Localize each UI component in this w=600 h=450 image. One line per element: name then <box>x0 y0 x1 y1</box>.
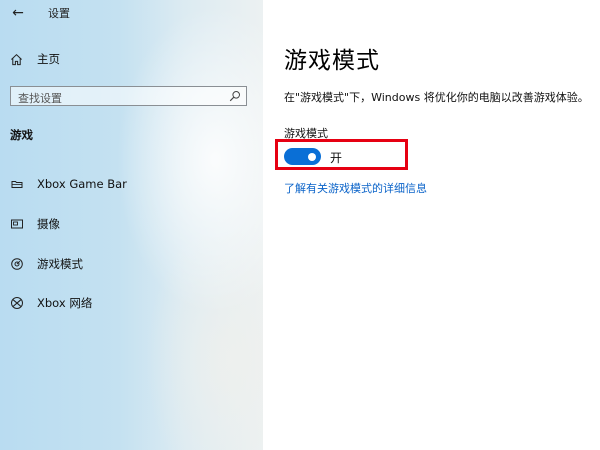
page-description: 在"游戏模式"下，Windows 将优化你的电脑以改善游戏体验。 <box>284 91 589 104</box>
xbox-icon <box>11 297 23 309</box>
sidebar-item-label: Xbox 网络 <box>37 296 93 310</box>
home-icon <box>11 53 22 65</box>
sidebar: ← 设置 主页 游戏 Xbox Game Bar 摄像 <box>0 0 263 450</box>
toggle-state-label: 开 <box>330 151 343 165</box>
section-title: 游戏 <box>10 128 33 142</box>
sidebar-item-home[interactable]: 主页 <box>10 50 60 68</box>
search-box[interactable] <box>10 86 247 108</box>
capture-icon <box>11 219 23 229</box>
sidebar-item-capture[interactable]: 摄像 <box>10 214 60 234</box>
window-title: 设置 <box>48 7 70 20</box>
learn-more-link[interactable]: 了解有关游戏模式的详细信息 <box>284 180 427 196</box>
toggle-knob <box>308 152 316 161</box>
search-icon[interactable] <box>229 90 241 102</box>
main-content: 游戏模式 在"游戏模式"下，Windows 将优化你的电脑以改善游戏体验。 游戏… <box>263 0 600 450</box>
sidebar-item-xbox-network[interactable]: Xbox 网络 <box>10 293 92 313</box>
sidebar-item-label: Xbox Game Bar <box>37 177 127 191</box>
game-mode-icon <box>11 258 23 270</box>
game-bar-icon <box>11 181 23 188</box>
sidebar-item-label: 游戏模式 <box>37 257 83 271</box>
back-arrow-icon[interactable]: ← <box>8 3 28 23</box>
page-title: 游戏模式 <box>284 48 380 74</box>
sidebar-item-label: 摄像 <box>37 217 60 231</box>
search-input[interactable] <box>11 89 218 108</box>
sidebar-item-game-mode[interactable]: 游戏模式 <box>10 254 83 274</box>
game-mode-toggle[interactable] <box>284 148 321 165</box>
sidebar-item-game-bar[interactable]: Xbox Game Bar <box>10 174 127 194</box>
title-bar: ← 设置 <box>0 0 263 26</box>
sidebar-item-label: 主页 <box>37 52 60 66</box>
